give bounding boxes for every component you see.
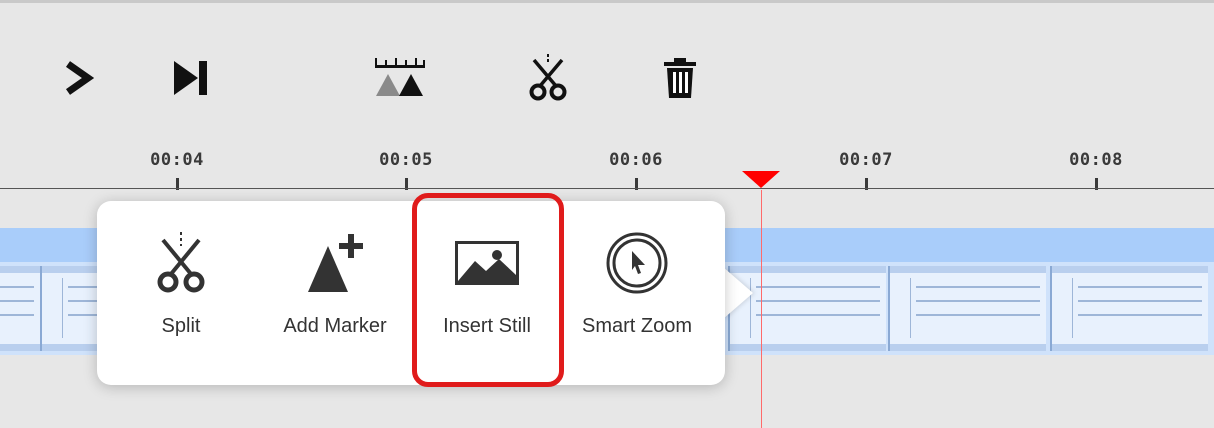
add-marker-menu-item[interactable]: Add Marker: [265, 201, 405, 385]
clip-thumbnail: [1050, 266, 1208, 351]
tick-label: 00:06: [609, 150, 663, 170]
playhead-handle[interactable]: [742, 171, 780, 188]
add-marker-icon: [308, 234, 363, 292]
play-button[interactable]: [58, 50, 98, 106]
top-divider: [0, 0, 1214, 3]
play-icon: [65, 61, 94, 95]
cursor-circle-icon: [606, 232, 668, 294]
tick-label: 00:05: [379, 150, 433, 170]
scissors-icon: [157, 232, 205, 293]
insert-still-menu-item[interactable]: Insert Still: [419, 201, 555, 385]
trash-icon: [664, 58, 696, 98]
add-marker-toolbar-button[interactable]: [372, 50, 428, 106]
clip-actions-popover: Split Add Marker Insert Still Smart Zoom: [97, 201, 725, 385]
image-icon: [455, 241, 519, 285]
delete-button[interactable]: [658, 50, 702, 106]
split-scissors-icon: [529, 54, 567, 101]
tick-label: 00:08: [1069, 150, 1123, 170]
add-marker-label: Add Marker: [283, 315, 387, 337]
smart-zoom-label: Smart Zoom: [581, 315, 693, 337]
tick-label: 00:07: [839, 150, 893, 170]
tick-label: 00:04: [150, 150, 204, 170]
popover-arrow: [723, 267, 753, 319]
smart-zoom-menu-item[interactable]: Smart Zoom: [567, 201, 707, 385]
next-frame-icon: [174, 61, 207, 95]
split-label: Split: [161, 315, 201, 337]
playhead-line[interactable]: [761, 190, 762, 428]
clip-thumbnail: [0, 266, 40, 351]
insert-still-label: Insert Still: [443, 315, 531, 337]
clip-thumbnail: [888, 266, 1046, 351]
ruler-baseline: [0, 188, 1214, 189]
timeline-ruler[interactable]: 00:04 00:05 00:06 00:07 00:08: [0, 140, 1214, 200]
add-marker-ruler-icon: [375, 58, 425, 96]
next-frame-button[interactable]: [168, 50, 212, 106]
split-toolbar-button[interactable]: [526, 50, 570, 106]
split-menu-item[interactable]: Split: [131, 201, 231, 385]
